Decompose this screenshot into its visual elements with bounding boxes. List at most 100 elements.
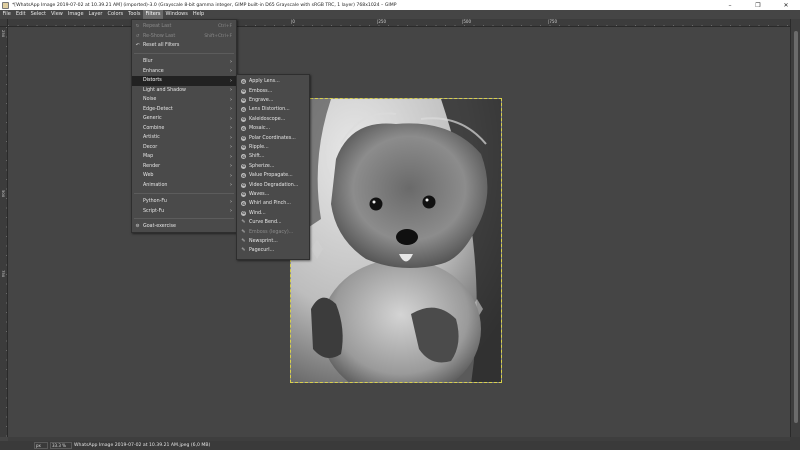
gegl-icon: G bbox=[241, 182, 246, 188]
submenu-distorts[interactable]: Distorts › bbox=[132, 76, 236, 86]
menu-edit[interactable]: Edit bbox=[13, 10, 28, 19]
distorts-item-label: Mosaic... bbox=[249, 126, 271, 132]
distorts-item[interactable]: G Kaleidoscope... bbox=[237, 115, 309, 124]
menu-bar: File Edit Select View Image Layer Colors… bbox=[0, 10, 800, 19]
menu-tools[interactable]: Tools bbox=[126, 10, 143, 19]
submenu-blur[interactable]: Blur › bbox=[132, 57, 236, 67]
chevron-right-icon: › bbox=[230, 172, 232, 179]
distorts-item[interactable]: ✎ Pagecurl... bbox=[237, 246, 309, 255]
horizontal-ruler[interactable] bbox=[8, 19, 790, 27]
distorts-item-label: Newsprint... bbox=[249, 238, 278, 244]
gegl-icon: G bbox=[241, 144, 246, 150]
close-button[interactable]: ✕ bbox=[772, 0, 800, 10]
distorts-item[interactable]: G Apply Lens... bbox=[237, 77, 309, 86]
chevron-right-icon: › bbox=[230, 58, 232, 65]
goat-exercise-item[interactable]: ⚙ Goat-exercise bbox=[132, 222, 236, 232]
distorts-item[interactable]: ✎ Newsprint... bbox=[237, 237, 309, 246]
distorts-item[interactable]: G Value Propagate... bbox=[237, 171, 309, 180]
submenu-light-and-shadow[interactable]: Light and Shadow › bbox=[132, 86, 236, 96]
submenu-web[interactable]: Web › bbox=[132, 171, 236, 181]
reshow-last-item[interactable]: ↺ Re-Show Last Shift+Ctrl+F bbox=[132, 32, 236, 42]
menu-image[interactable]: Image bbox=[65, 10, 86, 19]
canvas-image[interactable] bbox=[290, 98, 502, 383]
submenu-edge-detect[interactable]: Edge-Detect › bbox=[132, 105, 236, 115]
gegl-icon: G bbox=[241, 79, 246, 85]
distorts-item-label: Video Degradation... bbox=[249, 182, 299, 188]
plugin-icon: ✎ bbox=[241, 228, 246, 235]
submenu-combine[interactable]: Combine › bbox=[132, 124, 236, 134]
submenu-map[interactable]: Map › bbox=[132, 152, 236, 162]
chevron-right-icon: › bbox=[230, 182, 232, 189]
menu-help[interactable]: Help bbox=[190, 10, 206, 19]
distorts-item[interactable]: G Lens Distortion... bbox=[237, 105, 309, 114]
distorts-item[interactable]: G Engrave... bbox=[237, 96, 309, 105]
vertical-scroll-thumb[interactable] bbox=[794, 31, 798, 423]
distorts-item[interactable]: G Polar Coordinates... bbox=[237, 133, 309, 142]
unit-selector[interactable]: px bbox=[34, 442, 48, 449]
vertical-ruler[interactable] bbox=[0, 27, 8, 437]
submenu-enhance[interactable]: Enhance › bbox=[132, 67, 236, 77]
distorts-item[interactable]: G Wind... bbox=[237, 209, 309, 218]
distorts-item[interactable]: G Video Degradation... bbox=[237, 180, 309, 189]
repeat-icon: ↻ bbox=[135, 24, 140, 30]
distorts-item[interactable]: ✎ Emboss (legacy)... bbox=[237, 227, 309, 236]
vertical-scrollbar[interactable] bbox=[790, 19, 800, 437]
gegl-icon: G bbox=[241, 173, 246, 179]
distorts-item-label: Kaleidoscope... bbox=[249, 116, 286, 122]
distorts-item-label: Apply Lens... bbox=[249, 79, 280, 85]
menu-file[interactable]: File bbox=[0, 10, 13, 19]
filters-menu: ↻ Repeat Last Ctrl+F ↺ Re-Show Last Shif… bbox=[131, 19, 237, 233]
gegl-icon: G bbox=[241, 97, 246, 103]
submenu-noise[interactable]: Noise › bbox=[132, 95, 236, 105]
menu-separator bbox=[134, 218, 234, 219]
distorts-item[interactable]: G Waves... bbox=[237, 190, 309, 199]
distorts-item-label: Ripple... bbox=[249, 144, 269, 150]
chevron-right-icon: › bbox=[230, 115, 232, 122]
gegl-icon: G bbox=[241, 88, 246, 94]
menu-colors[interactable]: Colors bbox=[105, 10, 126, 19]
gegl-icon: G bbox=[241, 135, 246, 141]
submenu-generic[interactable]: Generic › bbox=[132, 114, 236, 124]
menu-separator bbox=[134, 193, 234, 194]
menu-view[interactable]: View bbox=[49, 10, 66, 19]
gimp-app-icon bbox=[2, 1, 9, 9]
ruler-corner[interactable] bbox=[0, 19, 8, 27]
distorts-item[interactable]: G Ripple... bbox=[237, 143, 309, 152]
minimize-button[interactable]: – bbox=[716, 0, 744, 10]
gegl-icon: G bbox=[241, 107, 246, 113]
reset-all-filters-item[interactable]: ↶ Reset all Filters bbox=[132, 41, 236, 51]
ruler-tick-label: 500 bbox=[1, 190, 6, 198]
plugin-icon: ✎ bbox=[241, 237, 246, 244]
repeat-last-item[interactable]: ↻ Repeat Last Ctrl+F bbox=[132, 22, 236, 32]
distorts-item-label: Whirl and Pinch... bbox=[249, 201, 291, 207]
chevron-right-icon: › bbox=[230, 153, 232, 160]
distorts-item-label: Spherize... bbox=[249, 163, 275, 169]
distorts-item[interactable]: G Emboss... bbox=[237, 86, 309, 95]
submenu-animation[interactable]: Animation › bbox=[132, 181, 236, 191]
distorts-item[interactable]: G Shift... bbox=[237, 152, 309, 161]
gegl-icon: G bbox=[241, 191, 246, 197]
submenu-artistic[interactable]: Artistic › bbox=[132, 133, 236, 143]
distorts-item[interactable]: G Mosaic... bbox=[237, 124, 309, 133]
menu-layer[interactable]: Layer bbox=[86, 10, 105, 19]
distorts-item[interactable]: ✎ Curve Bend... bbox=[237, 218, 309, 227]
chevron-right-icon: › bbox=[230, 208, 232, 215]
submenu-python-fu[interactable]: Python-Fu › bbox=[132, 197, 236, 207]
distorts-item-label: Emboss... bbox=[249, 88, 273, 94]
chevron-right-icon: › bbox=[230, 77, 232, 84]
zoom-selector[interactable]: 33.3 % bbox=[50, 442, 72, 449]
gegl-icon: G bbox=[241, 201, 246, 207]
distorts-item[interactable]: G Whirl and Pinch... bbox=[237, 199, 309, 208]
menu-filters[interactable]: Filters bbox=[143, 10, 163, 19]
submenu-decor[interactable]: Decor › bbox=[132, 143, 236, 153]
submenu-render[interactable]: Render › bbox=[132, 162, 236, 172]
menu-windows[interactable]: Windows bbox=[163, 10, 190, 19]
maximize-button[interactable]: ❐ bbox=[744, 0, 772, 10]
gegl-icon: G bbox=[241, 126, 246, 132]
distorts-item[interactable]: G Spherize... bbox=[237, 162, 309, 171]
submenu-script-fu[interactable]: Script-Fu › bbox=[132, 207, 236, 217]
distorts-item-label: Polar Coordinates... bbox=[249, 135, 296, 141]
gegl-icon: ⚙ bbox=[135, 224, 140, 230]
file-info: WhatsApp Image 2019-07-02 at 10.39.21 AM… bbox=[74, 443, 211, 448]
menu-select[interactable]: Select bbox=[28, 10, 48, 19]
